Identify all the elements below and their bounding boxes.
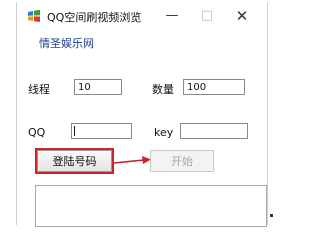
count-input[interactable] — [183, 79, 245, 95]
maximize-button[interactable]: □ — [197, 7, 217, 25]
site-link[interactable]: 情圣娱乐网 — [39, 35, 94, 51]
right-arrow-icon — [113, 156, 151, 164]
windows-logo-icon — [28, 9, 40, 22]
text-caret — [74, 126, 75, 136]
qq-label: QQ — [28, 126, 46, 139]
key-label: key — [154, 126, 174, 139]
close-button[interactable]: ✕ — [232, 7, 252, 25]
period-mark — [270, 214, 273, 217]
threads-label: 线程 — [28, 83, 50, 96]
title-bar: QQ空间刷视频浏览 — □ ✕ — [17, 2, 267, 30]
minimize-button[interactable]: — — [162, 7, 182, 25]
app-window: QQ空间刷视频浏览 — □ ✕ 情圣娱乐网 线程 数量 QQ key 登陆号码 … — [16, 2, 268, 227]
login-button[interactable]: 登陆号码 — [37, 150, 112, 172]
key-input[interactable] — [180, 123, 248, 139]
count-label: 数量 — [152, 83, 174, 96]
start-button[interactable]: 开始 — [150, 150, 214, 172]
qq-input[interactable] — [71, 123, 132, 139]
threads-input[interactable] — [74, 79, 122, 95]
window-title: QQ空间刷视频浏览 — [47, 11, 142, 24]
log-output[interactable] — [35, 185, 267, 227]
